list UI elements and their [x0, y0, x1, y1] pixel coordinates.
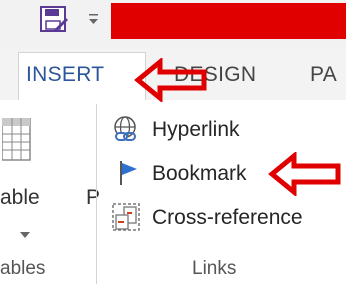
redaction-box: [111, 3, 346, 39]
pictures-button-label[interactable]: P: [86, 186, 100, 210]
cross-reference-button[interactable]: Cross-reference: [112, 203, 322, 233]
arrow-annotation-insert: [134, 56, 208, 107]
hyperlink-button[interactable]: Hyperlink: [112, 116, 262, 146]
arrow-annotation-bookmark: [268, 150, 342, 201]
chevron-down-icon[interactable]: [20, 226, 30, 238]
group-separator: [96, 104, 97, 284]
cross-reference-label: Cross-reference: [152, 206, 303, 229]
tab-insert-label: INSERT: [26, 63, 105, 86]
cross-reference-icon: [112, 203, 146, 238]
tables-group-label: ables: [0, 258, 46, 279]
bookmark-icon: [118, 160, 140, 191]
tab-page-layout[interactable]: PA: [310, 63, 337, 87]
save-icon[interactable]: [40, 6, 68, 34]
bookmark-button[interactable]: Bookmark: [112, 160, 262, 190]
links-group-label: Links: [192, 258, 237, 279]
table-icon[interactable]: [1, 117, 32, 162]
table-button-label[interactable]: able: [0, 186, 40, 210]
bookmark-label: Bookmark: [152, 162, 247, 185]
qat-dropdown-icon[interactable]: [88, 10, 100, 26]
hyperlink-label: Hyperlink: [152, 118, 240, 141]
hyperlink-icon: [112, 116, 142, 149]
